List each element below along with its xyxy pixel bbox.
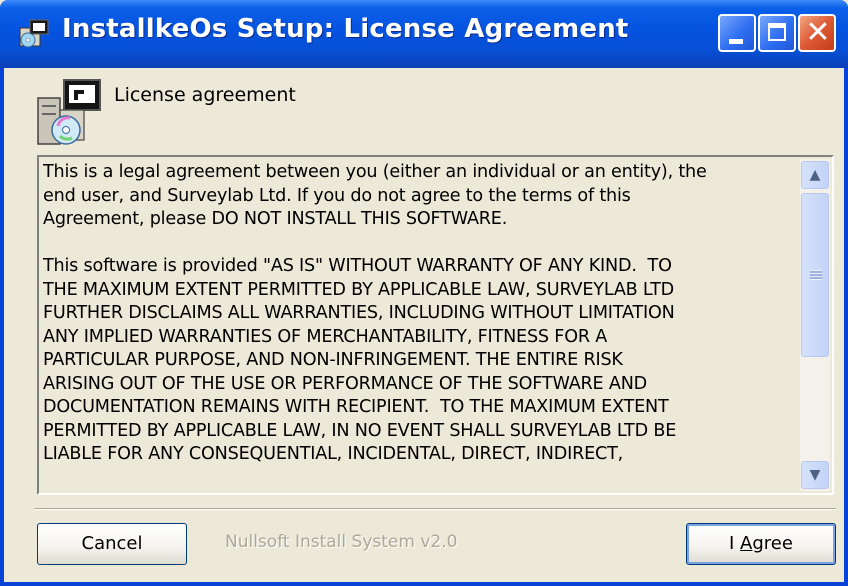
i-agree-button[interactable]: I Agree <box>686 523 836 565</box>
scroll-up-button[interactable]: ▲ <box>801 161 829 189</box>
installer-window: InstallkeOs Setup: License Agreement ✕ L… <box>0 0 848 586</box>
agree-label-accel: A <box>740 533 753 554</box>
scroll-down-arrow-icon: ▼ <box>809 467 821 483</box>
page-heading: License agreement <box>114 84 296 106</box>
installer-app-icon <box>19 19 49 48</box>
close-button[interactable]: ✕ <box>798 14 836 52</box>
title-bar[interactable]: InstallkeOs Setup: License Agreement ✕ <box>0 0 848 68</box>
agree-label-suffix: gree <box>752 533 793 554</box>
scroll-thumb[interactable] <box>801 193 829 357</box>
minimize-button[interactable] <box>718 14 756 52</box>
window-title: InstallkeOs Setup: License Agreement <box>62 14 629 44</box>
license-text-area[interactable]: This is a legal agreement between you (e… <box>37 155 834 495</box>
agree-label-prefix: I <box>729 533 741 554</box>
maximize-button[interactable] <box>758 14 796 52</box>
license-text: This is a legal agreement between you (e… <box>43 162 707 464</box>
cancel-button[interactable]: Cancel <box>37 523 187 565</box>
footer-divider <box>34 508 836 510</box>
license-scrollbar[interactable]: ▲ ▼ <box>800 159 830 491</box>
installer-branding: Nullsoft Install System v2.0 <box>225 532 458 552</box>
scroll-grip-icon <box>810 270 822 280</box>
scroll-up-arrow-icon: ▲ <box>809 167 821 183</box>
maximize-icon <box>768 23 786 41</box>
minimize-icon <box>729 39 743 44</box>
installer-package-icon <box>37 79 101 145</box>
scroll-down-button[interactable]: ▼ <box>801 461 829 489</box>
close-icon: ✕ <box>805 15 831 50</box>
